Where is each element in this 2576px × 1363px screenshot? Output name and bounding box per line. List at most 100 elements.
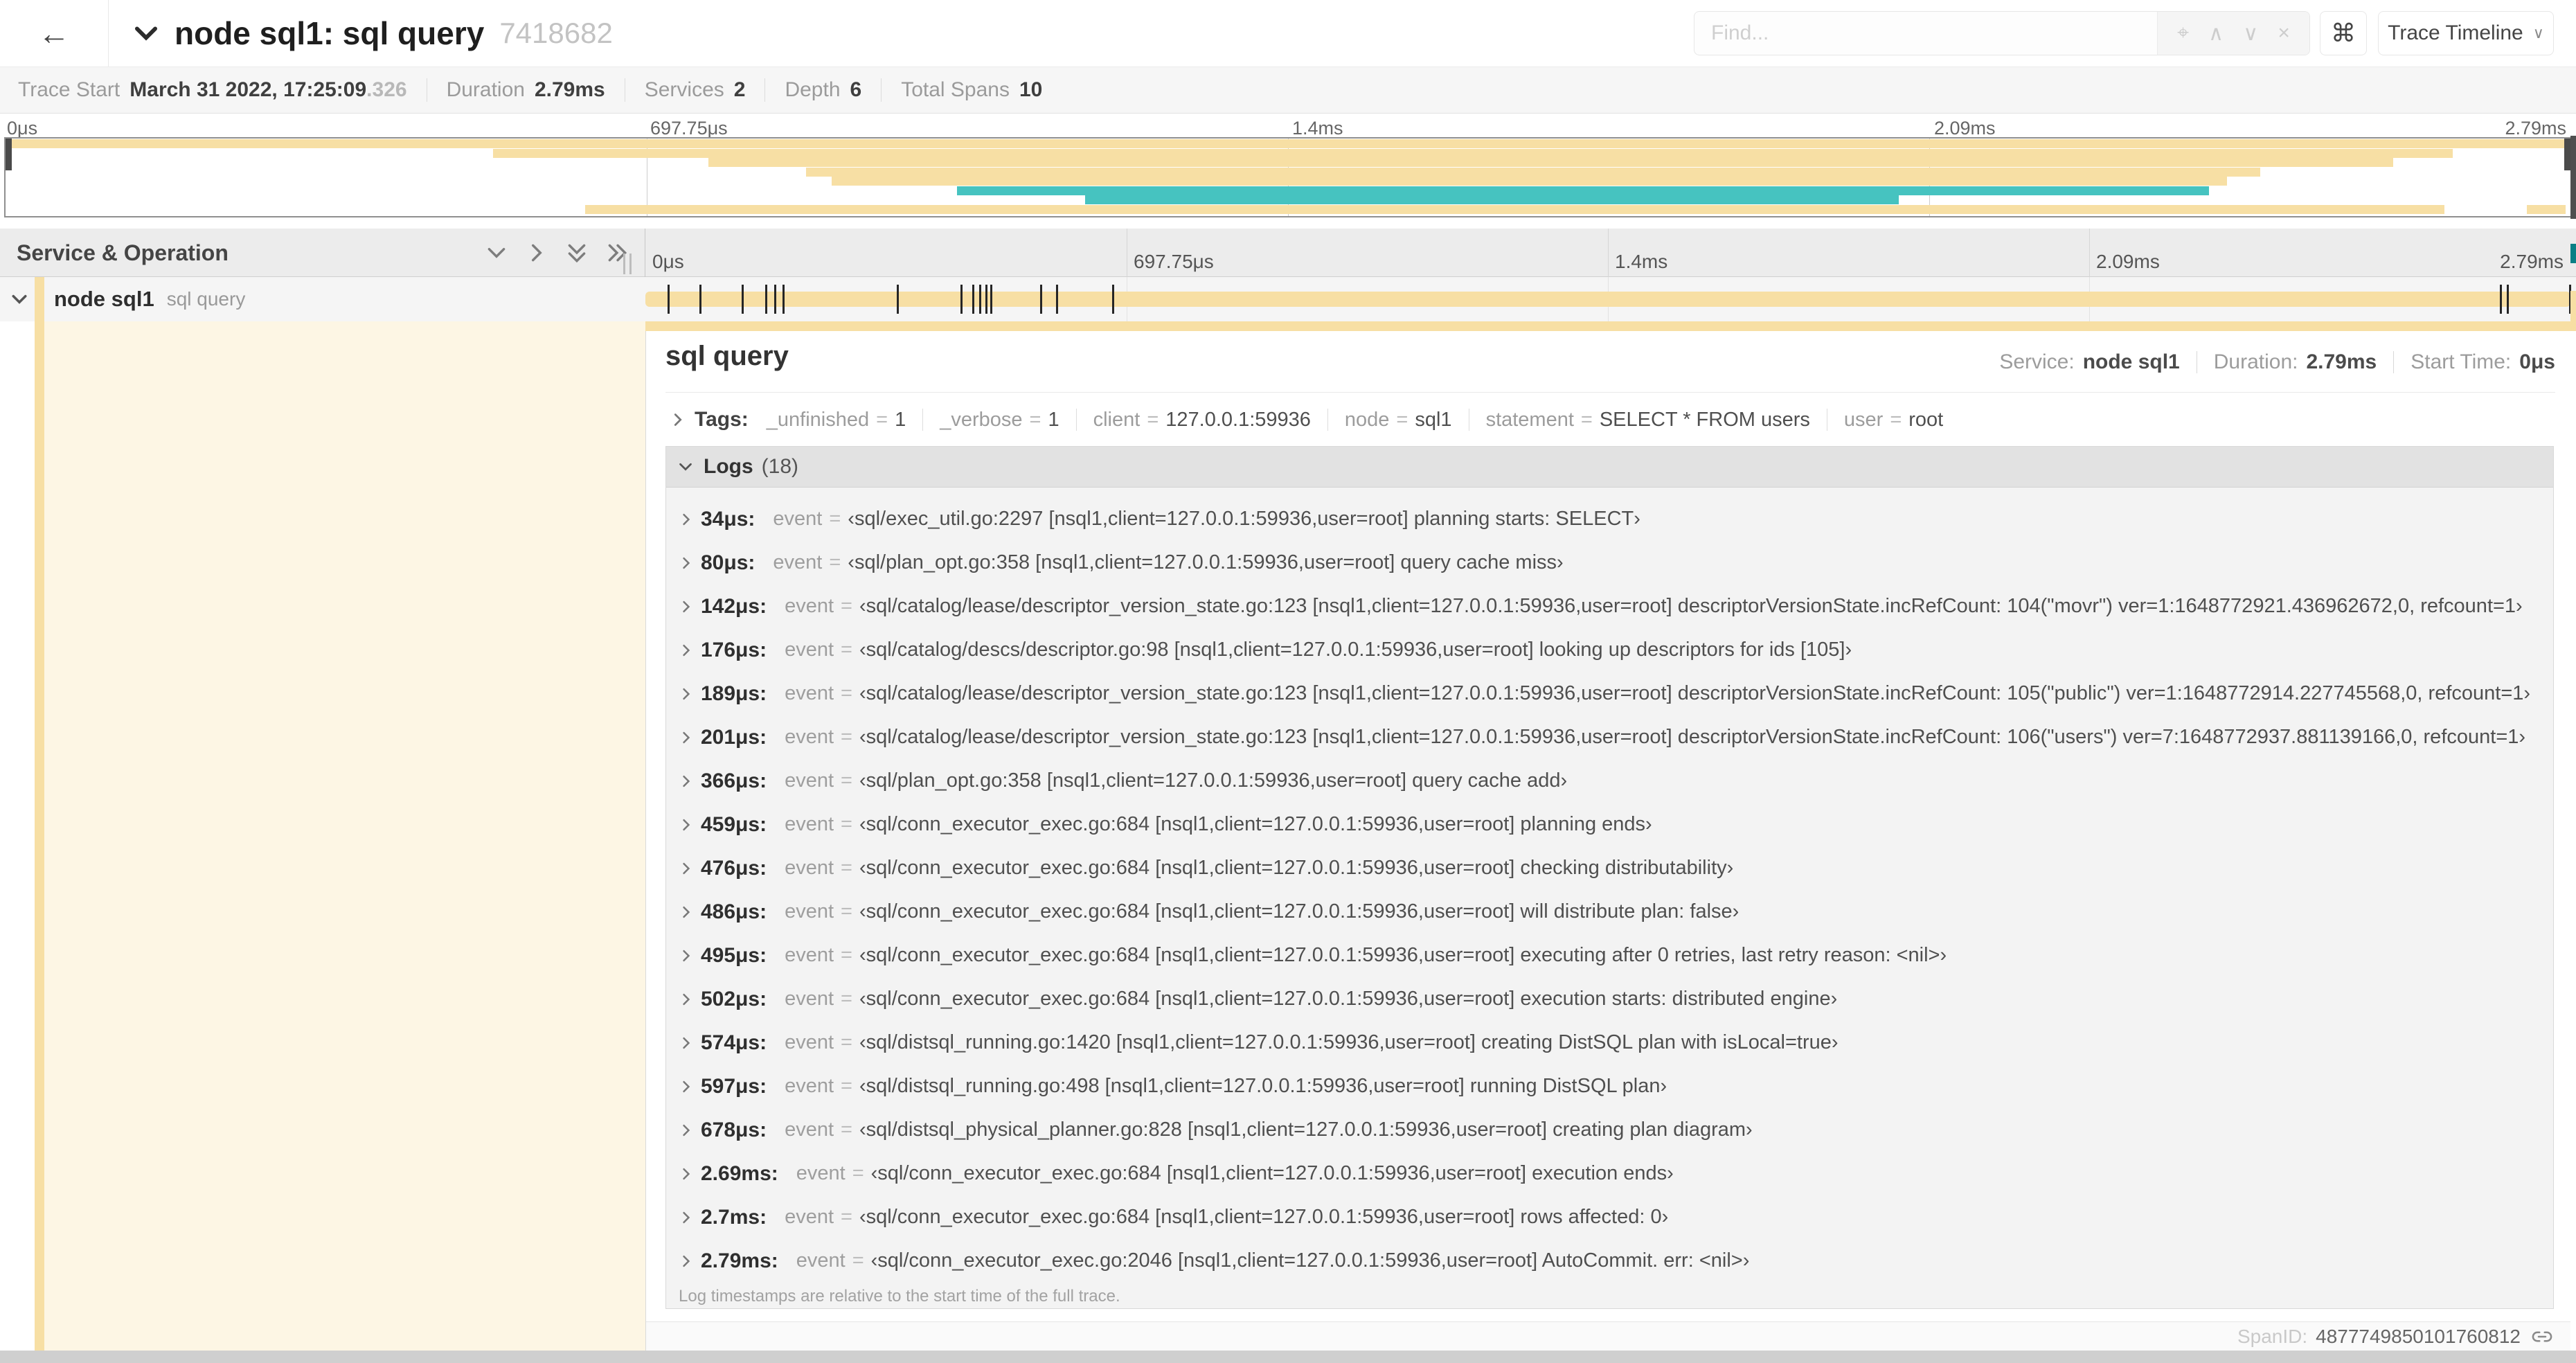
minimap-span-bar: [6, 139, 2570, 148]
log-marker-tick: [960, 285, 963, 314]
column-resize-handle[interactable]: [623, 253, 632, 274]
trace-meta-item: Depth 6: [785, 78, 861, 102]
log-entry[interactable]: 597μs: event = ‹sql/distsql_running.go:498 …: [666, 1064, 2553, 1108]
trace-name: node sql1: sql query: [175, 15, 485, 51]
log-field-key: event: [785, 639, 834, 661]
divider: [2393, 351, 2395, 373]
minimap-span-bar: [708, 158, 2394, 167]
collapse-one-icon[interactable]: [485, 241, 508, 265]
start-time-value: 0μs: [2519, 350, 2555, 373]
trace-collapse-toggle[interactable]: [132, 0, 161, 66]
log-entry[interactable]: 2.69ms: event = ‹sql/conn_executor_exec.go:…: [666, 1152, 2553, 1195]
minimap-canvas[interactable]: [4, 137, 2572, 217]
log-field-key: event: [785, 595, 834, 617]
log-entry[interactable]: 80μs: event = ‹sql/plan_opt.go:358 [nsql1,c…: [666, 541, 2553, 585]
log-marker-tick: [990, 285, 993, 314]
minimap-tick-label: 2.79ms: [2505, 118, 2566, 139]
chevron-right-icon: [683, 1255, 690, 1267]
minimap-left-scrubber[interactable]: [6, 139, 12, 170]
log-field-key: event: [785, 769, 834, 792]
log-field-key: event: [785, 988, 834, 1010]
log-marker-tick: [985, 285, 988, 314]
divider: [764, 78, 766, 102]
search-input[interactable]: [1694, 12, 2157, 55]
equals-sign: =: [841, 988, 852, 1010]
tag-item: node = sql1: [1345, 409, 1452, 431]
log-field-key: event: [785, 813, 834, 835]
log-entry[interactable]: 142μs: event = ‹sql/catalog/lease/descripto…: [666, 585, 2553, 628]
minimap-span-bar: [805, 167, 2260, 177]
log-entry[interactable]: 34μs: event = ‹sql/exec_util.go:2297 [nsql1…: [666, 497, 2553, 541]
prev-match-icon[interactable]: ∧: [2208, 21, 2224, 46]
equals-sign: =: [841, 900, 852, 923]
log-entry[interactable]: 189μs: event = ‹sql/catalog/lease/descripto…: [666, 672, 2553, 715]
log-field-value: ‹sql/conn_executor_exec.go:684 [nsql1,cl…: [859, 988, 1838, 1010]
log-entry[interactable]: 502μs: event = ‹sql/conn_executor_exec.go:6…: [666, 977, 2553, 1021]
chevron-right-icon: [683, 862, 690, 874]
log-entry[interactable]: 678μs: event = ‹sql/distsql_physical_planne…: [666, 1108, 2553, 1152]
span-bar-cell[interactable]: [645, 277, 2571, 321]
log-field-value: ‹sql/conn_executor_exec.go:684 [nsql1,cl…: [859, 857, 1734, 879]
tag-key: statement: [1485, 408, 1574, 431]
chevron-down-icon[interactable]: [10, 289, 29, 309]
expand-one-icon[interactable]: [525, 241, 548, 265]
meta-label: Depth: [785, 78, 841, 101]
log-entry[interactable]: 176μs: event = ‹sql/catalog/descs/descripto…: [666, 628, 2553, 672]
equals-sign: =: [841, 769, 852, 792]
log-timestamp: 574μs:: [701, 1031, 767, 1054]
locate-icon[interactable]: ⌖: [2177, 21, 2189, 45]
log-entry[interactable]: 2.79ms: event = ‹sql/conn_executor_exec.go:…: [666, 1239, 2553, 1283]
log-marker-tick: [896, 285, 899, 314]
log-marker-tick: [1111, 285, 1114, 314]
log-marker-tick: [774, 285, 777, 314]
log-timestamp: 366μs:: [701, 769, 767, 792]
minimap-right-scrubber[interactable]: [2564, 139, 2570, 170]
back-button[interactable]: ←: [0, 0, 109, 66]
equals-sign: =: [1890, 408, 1902, 431]
link-icon[interactable]: [2532, 1326, 2552, 1347]
divider: [1075, 409, 1077, 431]
trace-meta-bar: Trace Start March 31 2022, 17:25:09.326 Du…: [0, 67, 2576, 114]
next-match-icon[interactable]: ∨: [2243, 21, 2258, 46]
log-marker-tick: [667, 285, 670, 314]
ruler-tick-label: 2.09ms: [2096, 251, 2160, 272]
log-entry[interactable]: 2.7ms: event = ‹sql/conn_executor_exec.go:6…: [666, 1195, 2553, 1239]
view-selector-button[interactable]: Trace Timeline ∨: [2378, 11, 2554, 55]
log-marker-tick: [972, 285, 975, 314]
log-entry[interactable]: 574μs: event = ‹sql/distsql_running.go:1420…: [666, 1021, 2553, 1064]
meta-label: Trace Start: [18, 78, 120, 101]
log-entry[interactable]: 366μs: event = ‹sql/plan_opt.go:358 [nsql1,…: [666, 759, 2553, 803]
log-entry[interactable]: 476μs: event = ‹sql/conn_executor_exec.go:6…: [666, 846, 2553, 890]
span-indent-guide: [35, 277, 44, 1351]
log-timestamp: 189μs:: [701, 682, 767, 705]
chevron-right-icon: [683, 644, 690, 656]
log-entry[interactable]: 495μs: event = ‹sql/conn_executor_exec.go:6…: [666, 934, 2553, 977]
log-timestamp: 678μs:: [701, 1118, 767, 1141]
chevron-right-icon: [683, 1080, 690, 1092]
logs-header[interactable]: Logs (18): [666, 447, 2553, 488]
log-field-key: event: [785, 900, 834, 923]
equals-sign: =: [841, 944, 852, 966]
log-marker-tick: [2500, 285, 2503, 314]
chevron-right-icon: [683, 819, 690, 830]
ruler-tick-label: 2.79ms: [2500, 251, 2564, 272]
tag-item: user = root: [1844, 409, 1943, 431]
span-name-cell[interactable]: node sql1 sql query: [54, 277, 245, 321]
log-timestamp: 495μs:: [701, 943, 767, 967]
collapse-all-icon[interactable]: [565, 241, 589, 265]
log-entry[interactable]: 459μs: event = ‹sql/conn_executor_exec.go:6…: [666, 803, 2553, 846]
log-timestamp: 80μs:: [701, 551, 755, 574]
chevron-right-icon: [683, 1124, 690, 1136]
tag-key: node: [1344, 408, 1390, 431]
log-entry[interactable]: 486μs: event = ‹sql/conn_executor_exec.go:6…: [666, 890, 2553, 934]
log-timestamp: 2.79ms:: [701, 1249, 778, 1272]
keyboard-shortcuts-button[interactable]: ⌘: [2320, 11, 2367, 55]
minimap-span-bar: [585, 204, 2445, 214]
log-marker-tick: [1039, 285, 1042, 314]
equals-sign: =: [1580, 408, 1593, 431]
tags-section[interactable]: Tags: _unfinished = 1 _verbose = 1 client = 127.…: [665, 400, 2555, 439]
span-duration-bar[interactable]: [645, 292, 2570, 307]
tag-key: user: [1843, 408, 1884, 431]
clear-search-icon[interactable]: ×: [2278, 21, 2290, 45]
log-entry[interactable]: 201μs: event = ‹sql/catalog/lease/descripto…: [666, 715, 2553, 759]
